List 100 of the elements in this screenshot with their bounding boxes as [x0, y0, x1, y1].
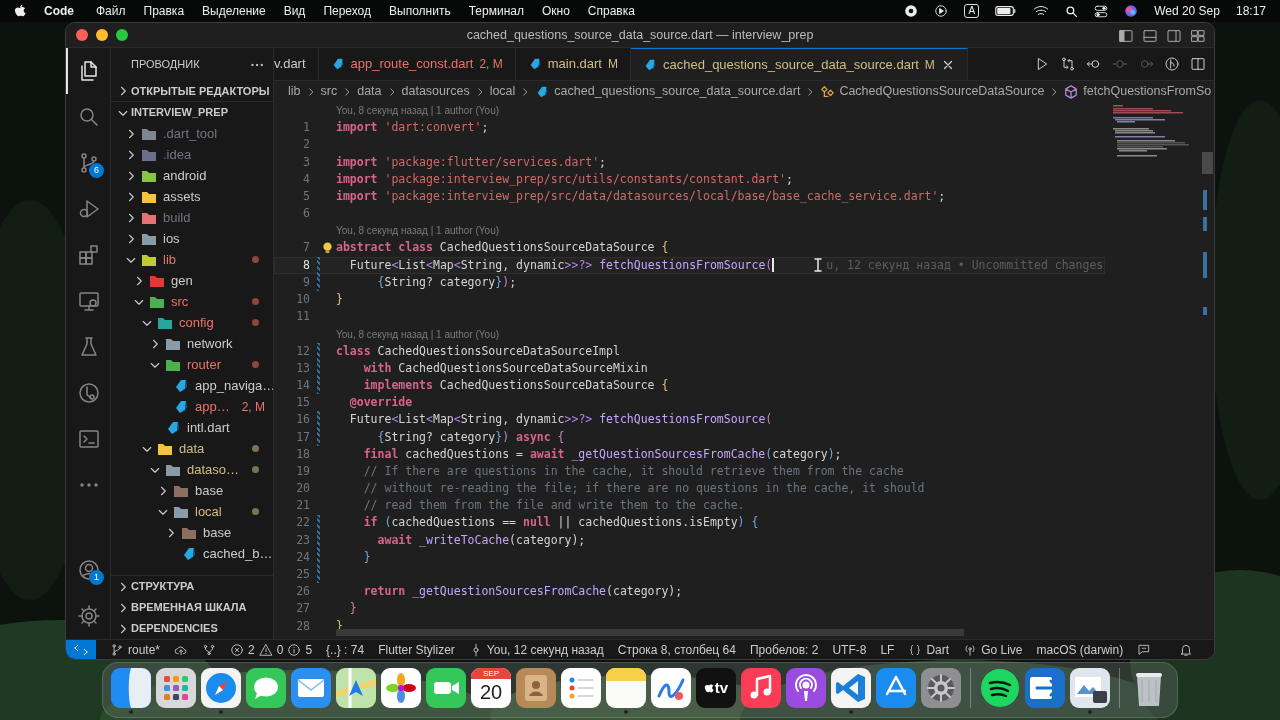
folder-name[interactable]: .dart_tool: [163, 123, 218, 144]
folder-name[interactable]: network: [187, 333, 233, 354]
music-note-icon[interactable]: [741, 668, 781, 708]
apple-icon[interactable]: [14, 4, 26, 18]
speech-bubble-icon[interactable]: [246, 668, 286, 708]
status-item[interactable]: UTF-8: [832, 640, 867, 659]
folder-name[interactable]: ios: [163, 228, 180, 249]
breadcrumb-item[interactable]: local: [489, 82, 516, 101]
zoom-window-button[interactable]: [116, 29, 128, 41]
record-icon[interactable]: [904, 4, 919, 18]
menu-item[interactable]: Выделение: [202, 2, 266, 20]
menu-item[interactable]: Выполнить: [389, 2, 451, 20]
flower-icon[interactable]: [381, 668, 421, 708]
breadcrumb-item[interactable]: datasources: [401, 82, 470, 101]
map-icon[interactable]: [336, 668, 376, 708]
lightbulb-icon[interactable]: [322, 241, 333, 255]
secondary-sidebar-icon[interactable]: [1166, 28, 1182, 44]
folder-name[interactable]: dataso…: [187, 459, 240, 480]
envelope-icon[interactable]: [291, 668, 331, 708]
video-camera-icon[interactable]: [426, 668, 466, 708]
panel-toggle-icon[interactable]: [1142, 28, 1158, 44]
sound-waves-icon[interactable]: [980, 668, 1020, 708]
folder-name[interactable]: data: [179, 438, 205, 459]
checklist-icon[interactable]: [561, 668, 601, 708]
graph-icon[interactable]: [1164, 56, 1180, 72]
scrollbar-thumb[interactable]: [1201, 152, 1213, 174]
layout-icon[interactable]: [1190, 28, 1206, 44]
scribble-icon[interactable]: [651, 668, 691, 708]
folder-name[interactable]: config: [179, 312, 214, 333]
gear-icon[interactable]: [921, 668, 961, 708]
monitor-icon[interactable]: [77, 289, 101, 313]
section-header[interactable]: INTERVIEW_PREP: [131, 104, 228, 121]
folder-name[interactable]: local: [195, 501, 222, 522]
scrollbar-thumb[interactable]: [336, 629, 964, 636]
status-item[interactable]: 2: [248, 640, 255, 659]
status-item[interactable]: Dart: [926, 640, 950, 659]
contact-book-icon[interactable]: [516, 668, 556, 708]
error-icon[interactable]: [230, 642, 245, 657]
menu-item[interactable]: Вид: [283, 2, 306, 20]
section-header[interactable]: ВРЕМЕННАЯ ШКАЛА: [131, 599, 247, 616]
menu-date[interactable]: Wed 20 Sep: [1154, 2, 1220, 20]
branch-icon[interactable]: [110, 642, 124, 657]
breadcrumb-item[interactable]: fetchQuestionsFromSo: [1083, 82, 1212, 101]
folder-name[interactable]: base: [195, 480, 224, 501]
app-grid-icon[interactable]: [156, 668, 196, 708]
file-name[interactable]: app_naviga…: [195, 375, 273, 396]
split-editor-icon[interactable]: [1190, 56, 1206, 72]
file-name[interactable]: intl.dart: [187, 417, 230, 438]
section-header[interactable]: СТРУКТУРА: [131, 578, 195, 595]
graph-icon[interactable]: [202, 642, 217, 657]
breadcrumb-item[interactable]: src: [320, 82, 338, 101]
sidebar-toggle-icon[interactable]: [1118, 28, 1134, 44]
editor-tab[interactable]: v.dart: [274, 48, 319, 80]
status-item[interactable]: LF: [880, 640, 895, 659]
toggles-icon[interactable]: [1094, 4, 1109, 18]
folder-name[interactable]: router: [187, 354, 221, 375]
menu-item[interactable]: Справка: [587, 2, 635, 20]
section-header[interactable]: DEPENDENCIES: [131, 620, 218, 637]
compass-icon[interactable]: [201, 668, 241, 708]
minimize-window-button[interactable]: [96, 29, 108, 41]
menu-time[interactable]: 18:17: [1235, 2, 1266, 20]
folder-name[interactable]: assets: [163, 186, 201, 207]
breadcrumb-item[interactable]: CachedQuestionsSourceDataSource: [839, 82, 1045, 101]
status-item[interactable]: You, 12 секунд назад: [486, 640, 604, 659]
status-item[interactable]: macOS (darwin): [1036, 640, 1124, 659]
menu-item[interactable]: Окно: [541, 2, 570, 20]
editor-tab[interactable]: cached_questions_source_data_source.dart M: [631, 48, 968, 80]
status-item[interactable]: Flutter Stylizer: [378, 640, 455, 659]
folder-name[interactable]: lib: [163, 249, 176, 270]
folder-name[interactable]: .idea: [163, 144, 192, 165]
braces-icon[interactable]: [908, 642, 923, 657]
terminal-icon[interactable]: [77, 427, 101, 451]
status-item[interactable]: route*: [128, 640, 161, 659]
section-header[interactable]: ОТКРЫТЫЕ РЕДАКТОРЫ: [131, 82, 270, 100]
app-store-icon[interactable]: [876, 668, 916, 708]
folder-name[interactable]: src: [171, 291, 189, 312]
status-item[interactable]: Go Live: [981, 640, 1023, 659]
status-item[interactable]: Строка 8, столбец 64: [617, 640, 736, 659]
warning-icon[interactable]: [258, 642, 273, 657]
tv-icon[interactable]: tv: [696, 668, 736, 708]
file-name[interactable]: app…: [195, 396, 230, 417]
folder-name[interactable]: base: [203, 522, 232, 543]
breadcrumb-item[interactable]: cached_questions_source_data_source.dart: [554, 82, 801, 101]
status-item[interactable]: 5: [305, 640, 313, 659]
feedback-icon[interactable]: [1137, 642, 1152, 657]
search-icon[interactable]: [1065, 4, 1079, 18]
run-debug-icon[interactable]: [77, 197, 101, 221]
notepad-icon[interactable]: [606, 668, 646, 708]
menu-item[interactable]: Файл: [96, 2, 126, 20]
play-icon[interactable]: [934, 4, 949, 18]
battery-icon[interactable]: [995, 5, 1018, 17]
menu-item[interactable]: Переход: [323, 2, 372, 20]
file-name[interactable]: cached_b…: [203, 543, 273, 564]
calendar-icon[interactable]: SEP 20: [471, 668, 511, 708]
podcast-icon[interactable]: [786, 668, 826, 708]
status-item[interactable]: {..} : 74: [326, 640, 365, 659]
orb-icon[interactable]: [1124, 4, 1139, 18]
folder-name[interactable]: build: [163, 207, 191, 228]
status-item[interactable]: Пробелов: 2: [749, 640, 819, 659]
code-editor-icon[interactable]: [831, 668, 871, 708]
